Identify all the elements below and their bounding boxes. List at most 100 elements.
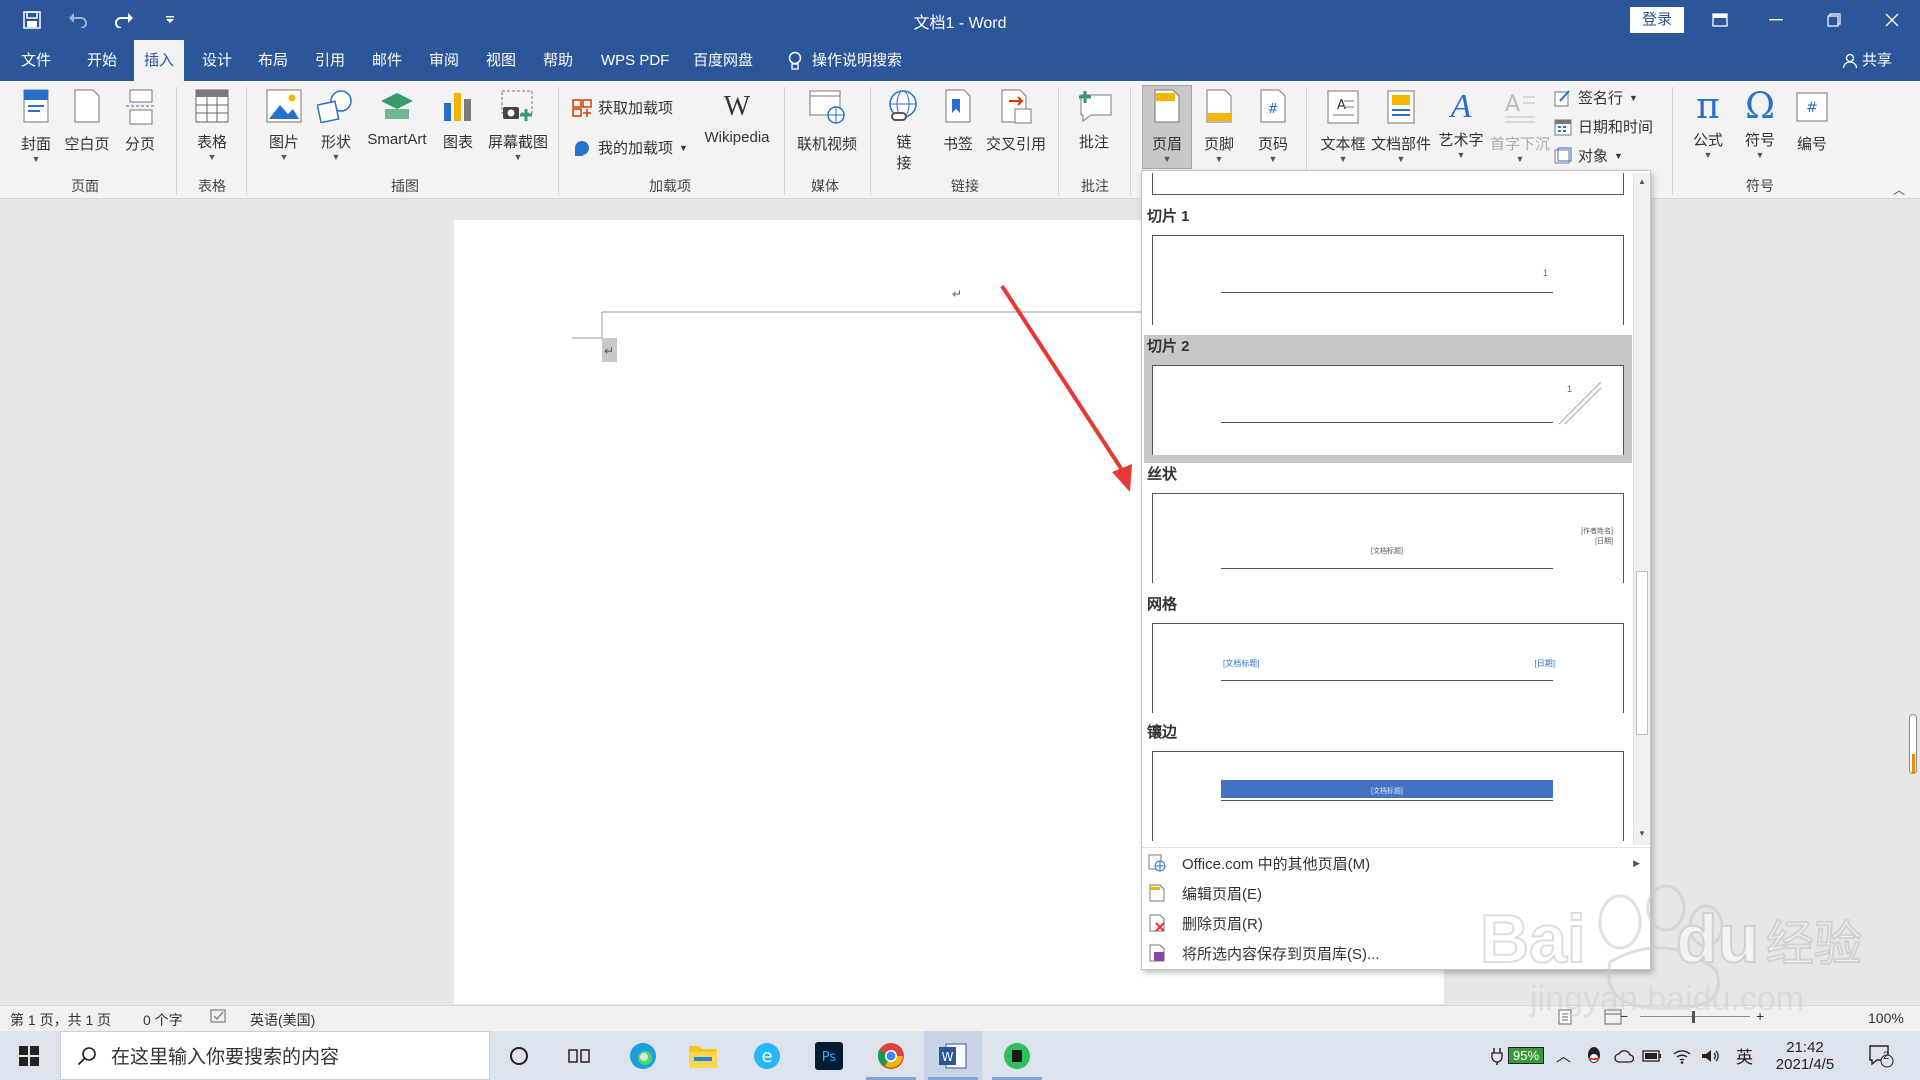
login-button[interactable]: 登录 (1630, 7, 1684, 33)
cloud-icon[interactable] (1614, 1031, 1634, 1080)
picture-button[interactable]: 图片 ▼ (262, 89, 306, 162)
tab-mailings[interactable]: 邮件 (362, 40, 412, 81)
screenshot-button[interactable]: 屏幕截图 ▼ (486, 89, 550, 162)
task-view-icon[interactable] (550, 1031, 608, 1080)
start-button[interactable] (0, 1031, 58, 1080)
proofing-icon[interactable] (210, 1008, 228, 1027)
file-explorer-icon[interactable] (674, 1031, 732, 1080)
baidu-jingyan-watermark: Bai du 经验 jingyan.baidu.com (1479, 884, 1863, 1018)
number-button[interactable]: # 编号 (1788, 89, 1836, 154)
gallery-item-filigree[interactable]: [作者姓名] [日期] [文档标题] (1152, 493, 1624, 583)
ie-icon[interactable]: e (738, 1031, 796, 1080)
battery-indicator[interactable]: 95% (1490, 1031, 1545, 1080)
cross-reference-button[interactable]: 交叉引用 (982, 89, 1050, 154)
collapse-ribbon-icon[interactable]: ︿ (1893, 181, 1905, 198)
textbox-button[interactable]: A 文本框 ▼ (1318, 89, 1368, 164)
tab-layout[interactable]: 布局 (248, 40, 298, 81)
tab-references[interactable]: 引用 (305, 40, 355, 81)
signature-line-button[interactable]: 签名行 ▼ (1554, 87, 1638, 108)
scroll-up-icon[interactable]: ▲ (1638, 177, 1646, 186)
taskbar-search-box[interactable]: 在这里输入你要搜索的内容 (60, 1031, 490, 1080)
gallery-item-previous[interactable] (1152, 173, 1624, 195)
comment-label: 批注 (1078, 134, 1109, 151)
tab-baidu-netdisk[interactable]: 百度网盘 (683, 40, 763, 81)
cortana-icon[interactable] (490, 1031, 548, 1080)
link-button[interactable]: 链 接 (884, 89, 924, 173)
group-separator (246, 87, 247, 195)
evernote-icon[interactable] (988, 1031, 1046, 1080)
tab-view[interactable]: 视图 (476, 40, 526, 81)
tab-file[interactable]: 文件 (11, 40, 61, 81)
tab-review[interactable]: 审阅 (419, 40, 469, 81)
edge-icon[interactable] (614, 1031, 672, 1080)
footer-button[interactable]: 页脚 ▼ (1196, 89, 1242, 164)
qq-icon[interactable] (1586, 1031, 1602, 1080)
gallery-item-banded[interactable]: [文档标题] (1152, 751, 1624, 841)
smartart-button[interactable]: SmartArt (362, 89, 432, 148)
close-icon[interactable] (1864, 0, 1920, 40)
notification-center-icon[interactable]: 2 (1868, 1031, 1894, 1080)
gallery-scrollbar[interactable]: ▲ ▼ (1633, 173, 1650, 845)
office-web-icon (1148, 854, 1166, 872)
gallery-scrollbar-thumb[interactable] (1636, 571, 1648, 735)
annotation-arrow (1000, 284, 1132, 492)
svg-text:经验: 经验 (1766, 916, 1862, 972)
chrome-icon[interactable] (862, 1031, 920, 1080)
battery-icon[interactable] (1642, 1031, 1662, 1080)
show-hidden-icons[interactable]: ︿ (1556, 1031, 1571, 1080)
gallery-item-grid[interactable]: [文档标题] [日期] (1152, 623, 1624, 713)
gallery-item-slice-1[interactable]: 1 (1152, 235, 1624, 325)
tab-insert[interactable]: 插入 (134, 40, 185, 81)
svg-text:du: du (1676, 901, 1759, 977)
gallery-item-slice-2[interactable]: 1 (1152, 365, 1624, 455)
wifi-icon[interactable] (1672, 1031, 1692, 1080)
scroll-down-icon[interactable]: ▼ (1638, 829, 1646, 838)
system-clock[interactable]: 21:42 2021/4/5 (1770, 1031, 1840, 1080)
bookmark-label: 书签 (942, 136, 973, 153)
tab-wps-pdf[interactable]: WPS PDF (591, 40, 679, 81)
page-count[interactable]: 第 1 页，共 1 页 (10, 1010, 111, 1030)
store-icon (572, 98, 592, 117)
blank-page-button[interactable]: 空白页 (62, 89, 112, 154)
word-taskbar-icon[interactable]: W (924, 1031, 982, 1080)
share-button[interactable]: 共享 (1842, 40, 1892, 81)
minimize-icon[interactable] (1748, 0, 1804, 40)
ribbon-display-options-icon[interactable] (1692, 0, 1748, 40)
gallery-item-title: 镶边 (1147, 724, 1178, 741)
drop-cap-button[interactable]: A 首字下沉 ▼ (1488, 89, 1552, 164)
equation-button[interactable]: π 公式 ▼ (1684, 89, 1732, 161)
tab-design[interactable]: 设计 (192, 40, 242, 81)
object-button[interactable]: 对象 ▼ (1554, 145, 1623, 166)
page-break-button[interactable]: 分页 (118, 89, 162, 154)
bookmark-button[interactable]: 书签 (936, 89, 980, 154)
get-addins-button[interactable]: 获取加载项 (572, 97, 673, 118)
online-video-button[interactable]: 联机视频 (794, 89, 860, 154)
restore-icon[interactable] (1806, 0, 1862, 40)
language-indicator[interactable]: 英语(美国) (250, 1010, 315, 1030)
volume-icon[interactable] (1700, 1031, 1720, 1080)
my-addins-button[interactable]: 我的加载项 ▼ (572, 137, 688, 158)
tab-help[interactable]: 帮助 (533, 40, 583, 81)
photoshop-icon[interactable]: Ps (800, 1031, 858, 1080)
tell-me-search[interactable]: 操作说明搜索 (778, 40, 912, 81)
submenu-arrow-icon: ▶ (1633, 857, 1640, 868)
table-button[interactable]: 表格 ▼ (190, 89, 234, 162)
shapes-button[interactable]: 形状 ▼ (314, 89, 358, 162)
tab-home[interactable]: 开始 (77, 40, 127, 81)
wordart-button[interactable]: A 艺术字 ▼ (1436, 89, 1486, 161)
chart-button[interactable]: 图表 (436, 89, 480, 152)
cover-page-button[interactable]: 封面 ▼ (14, 89, 58, 164)
page-number-button[interactable]: # 页码 ▼ (1250, 89, 1296, 164)
quick-parts-button[interactable]: 文档部件 ▼ (1370, 89, 1432, 164)
link-icon (889, 90, 917, 121)
word-count[interactable]: 0 个字 (143, 1010, 183, 1030)
scroll-position-marker (1912, 754, 1915, 774)
date-time-button[interactable]: 日期和时间 (1554, 116, 1653, 137)
group-separator (1130, 87, 1131, 195)
header-button[interactable]: 页眉 ▼ (1144, 89, 1190, 164)
wikipedia-button[interactable]: W Wikipedia (696, 89, 778, 146)
chevron-down-icon: ▼ (1338, 154, 1348, 164)
comment-button[interactable]: 批注 (1072, 89, 1116, 152)
symbol-button[interactable]: Ω 符号 ▼ (1736, 89, 1784, 161)
input-method-indicator[interactable]: 英 (1736, 1031, 1753, 1080)
